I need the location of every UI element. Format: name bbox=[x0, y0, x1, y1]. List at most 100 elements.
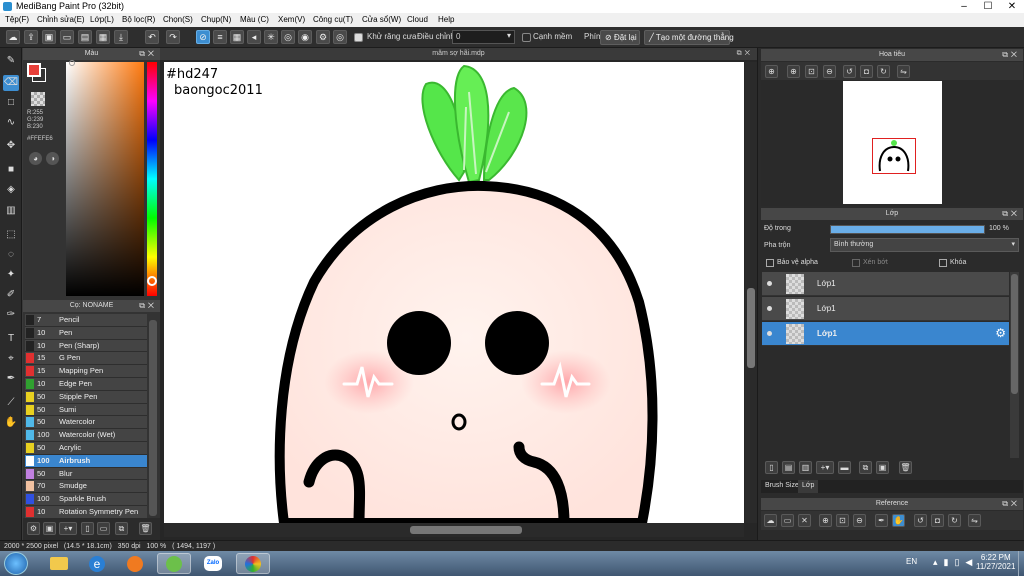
vertical-scroll-thumb[interactable] bbox=[747, 288, 755, 368]
horizontal-scroll-thumb[interactable] bbox=[410, 526, 522, 534]
upload-icon[interactable]: ⇪ bbox=[24, 30, 38, 44]
move-tool-icon[interactable]: ✥ bbox=[3, 138, 19, 154]
soft-edge-checkbox[interactable] bbox=[522, 33, 531, 42]
coccoc-browser-icon[interactable] bbox=[157, 553, 191, 574]
snap-off-icon[interactable]: ⊘ bbox=[196, 30, 210, 44]
flip-icon[interactable]: ⇋ bbox=[897, 65, 910, 78]
ref-fit-icon[interactable]: ⊡ bbox=[836, 514, 849, 527]
ref-eyedropper-icon[interactable]: ✒ bbox=[875, 514, 888, 527]
fill-tool-icon[interactable]: ◈ bbox=[3, 182, 19, 198]
panel-controls-icon[interactable]: ⧉✕ bbox=[139, 48, 157, 60]
grid-icon[interactable]: ▦ bbox=[96, 30, 110, 44]
brush-page-icon[interactable]: ▯ bbox=[81, 522, 94, 535]
tab-brush-size[interactable]: Brush Size bbox=[763, 481, 801, 490]
ref-hand-icon[interactable]: ✋ bbox=[892, 514, 905, 527]
rotate-left-icon[interactable]: ↺ bbox=[843, 65, 856, 78]
save-icon[interactable]: ▣ bbox=[42, 30, 56, 44]
text-tool-icon[interactable]: T bbox=[3, 331, 19, 347]
visibility-icon[interactable] bbox=[767, 281, 772, 286]
drawing-canvas[interactable]: #hd247 baongoc2011 bbox=[164, 62, 744, 523]
layer-folder-icon[interactable]: ▬ bbox=[838, 461, 851, 474]
frame-tool-icon[interactable]: ⟋ bbox=[3, 395, 19, 411]
layer-list-scrollbar[interactable] bbox=[1010, 272, 1019, 458]
chevron-down-icon[interactable]: ▾ bbox=[507, 31, 511, 40]
snap-parallel-icon[interactable]: ≡ bbox=[213, 30, 227, 44]
select-eraser-tool-icon[interactable]: ✑ bbox=[3, 307, 19, 323]
foreground-color[interactable] bbox=[27, 63, 41, 77]
protect-alpha-checkbox[interactable] bbox=[766, 259, 774, 267]
brush-item[interactable]: 50 Blur bbox=[25, 467, 147, 481]
menu-window[interactable]: Cửa sổ(W) bbox=[362, 15, 401, 24]
panel-controls-icon[interactable]: ⧉✕ bbox=[737, 48, 753, 60]
snap-grid-icon[interactable]: ▦ bbox=[230, 30, 244, 44]
zoom-in-2-icon[interactable]: ⊕ bbox=[787, 65, 800, 78]
lock-checkbox[interactable] bbox=[939, 259, 947, 267]
brush-item[interactable]: 100 Sparkle Brush bbox=[25, 493, 147, 506]
brush-item[interactable]: 50 Stipple Pen bbox=[25, 390, 147, 404]
merge-layer-icon[interactable]: ▣ bbox=[876, 461, 889, 474]
brush-item[interactable]: 15 G Pen bbox=[25, 352, 147, 366]
minimize-button[interactable]: – bbox=[952, 0, 976, 13]
snap-gear-icon[interactable]: ⚙ bbox=[316, 30, 330, 44]
gradient-tool-icon[interactable]: ▥ bbox=[3, 203, 19, 219]
file-explorer-icon[interactable] bbox=[42, 553, 76, 574]
add-brush-icon[interactable]: +▾ bbox=[59, 522, 77, 535]
zoom-in-icon[interactable]: ⊕ bbox=[765, 65, 778, 78]
maximize-button[interactable]: ☐ bbox=[976, 0, 1000, 13]
palette-icon[interactable]: ◕ bbox=[29, 152, 42, 165]
brush-list-scrollbar[interactable] bbox=[149, 320, 157, 516]
tray-icons[interactable]: ▴▮▯◀ bbox=[933, 557, 978, 568]
brush-item[interactable]: 50 Acrylic bbox=[25, 442, 147, 455]
brush-item[interactable]: 70 Smudge bbox=[25, 480, 147, 494]
menu-tools[interactable]: Công cụ(T) bbox=[313, 15, 353, 24]
comment-icon[interactable]: ▭ bbox=[60, 30, 74, 44]
snap-circle-icon[interactable]: ◎ bbox=[281, 30, 295, 44]
menu-capture[interactable]: Chụp(N) bbox=[201, 15, 231, 24]
brush-item[interactable]: 7 Pencil bbox=[25, 314, 147, 327]
brush-copy-icon[interactable]: ⧉ bbox=[115, 522, 128, 535]
new-layer-icon[interactable]: ▯ bbox=[765, 461, 778, 474]
menu-filter[interactable]: Bộ lọc(R) bbox=[122, 15, 155, 24]
vertical-scrollbar[interactable] bbox=[745, 62, 757, 523]
brush-settings-icon[interactable]: ⚙ bbox=[27, 522, 40, 535]
menu-select[interactable]: Chọn(S) bbox=[163, 15, 193, 24]
select-pen-tool-icon[interactable]: ✐ bbox=[3, 287, 19, 303]
document-tab[interactable]: măm sợ hãi.mdp ⧉✕ bbox=[160, 48, 757, 60]
rotate-right-icon[interactable]: ↻ bbox=[877, 65, 890, 78]
menu-edit[interactable]: Chỉnh sửa(E) bbox=[37, 15, 85, 24]
tab-layer[interactable]: Lớp bbox=[798, 480, 819, 493]
ref-zoom-out-icon[interactable]: ⊖ bbox=[853, 514, 866, 527]
eyedropper-tool-icon[interactable]: ✒ bbox=[3, 371, 19, 387]
brush-tool-icon[interactable]: ✎ bbox=[3, 53, 19, 69]
panel-controls-icon[interactable]: ⧉✕ bbox=[1002, 498, 1020, 510]
new-halftone-layer-icon[interactable]: ▤ bbox=[782, 461, 795, 474]
clock[interactable]: 6:22 PM 11/27/2021 bbox=[976, 553, 1015, 571]
dot-tool-icon[interactable]: □ bbox=[3, 95, 19, 111]
reset-button[interactable]: ⊘ Đặt lại bbox=[600, 30, 640, 45]
layer-row[interactable]: Lớp1 bbox=[762, 272, 1009, 296]
close-ref-icon[interactable]: ✕ bbox=[798, 514, 811, 527]
brush-item[interactable]: 50 Sumi bbox=[25, 403, 147, 417]
snap-perspective-icon[interactable]: ◂ bbox=[247, 30, 261, 44]
saturation-value-picker[interactable] bbox=[66, 62, 144, 296]
layer-row-selected[interactable]: Lớp1 ⚙ bbox=[762, 322, 1009, 346]
antialias-checkbox[interactable] bbox=[354, 33, 363, 42]
brush-item[interactable]: 10 Pen (Sharp) bbox=[25, 339, 147, 353]
menu-color[interactable]: Màu (C) bbox=[240, 15, 269, 24]
visibility-icon[interactable] bbox=[767, 331, 772, 336]
menu-cloud[interactable]: Cloud bbox=[407, 15, 428, 24]
menu-file[interactable]: Tệp(F) bbox=[5, 15, 29, 24]
blend-mode-select[interactable]: Bình thường ▾ bbox=[830, 238, 1019, 252]
ref-rotate-right-icon[interactable]: ↻ bbox=[948, 514, 961, 527]
eraser-tool-icon[interactable]: ⌫ bbox=[3, 75, 19, 91]
hue-slider-handle[interactable] bbox=[147, 276, 157, 286]
zoom-out-icon[interactable]: ⊖ bbox=[823, 65, 836, 78]
magic-wand-tool-icon[interactable]: ✦ bbox=[3, 267, 19, 283]
hand-tool-icon[interactable]: ✋ bbox=[3, 415, 19, 431]
start-button[interactable] bbox=[4, 552, 28, 575]
brush-item[interactable]: 15 Mapping Pen bbox=[25, 365, 147, 378]
clipping-checkbox[interactable] bbox=[852, 259, 860, 267]
zalo-icon[interactable]: Zalo bbox=[196, 553, 230, 574]
ref-rotate-left-icon[interactable]: ↺ bbox=[914, 514, 927, 527]
ref-zoom-in-icon[interactable]: ⊕ bbox=[819, 514, 832, 527]
